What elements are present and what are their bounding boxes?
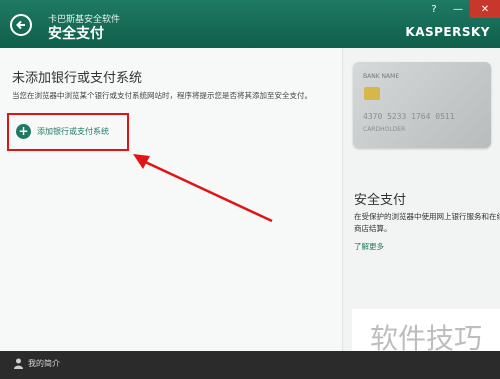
my-profile-label: 我的简介 (28, 359, 60, 368)
close-button[interactable]: ✕ (470, 0, 500, 18)
annotation-arrow-icon (133, 154, 273, 223)
side-panel: BANK NAME 4370 5233 1764 0511 CARDHOLDER… (343, 48, 500, 351)
card-bank-name: BANK NAME (363, 73, 400, 80)
back-arrow-icon (16, 20, 25, 30)
brand-logo: KASPERSKY (405, 25, 490, 39)
card-number: 4370 5233 1764 0511 (363, 112, 455, 121)
learn-more-link[interactable]: 了解更多 (354, 241, 384, 252)
user-icon (14, 358, 23, 369)
page-title: 安全支付 (48, 26, 104, 42)
kaspersky-window: 卡巴斯基安全软件 安全支付 ? — ✕ KASPERSKY 未添加银行或支付系统… (0, 0, 500, 379)
back-button[interactable] (10, 14, 32, 36)
side-description: 在受保护的浏览器中使用网上银行服务和在线商店结算。 (354, 212, 500, 233)
bottom-bar: 我的简介 (0, 351, 500, 379)
minimize-button[interactable]: — (446, 0, 470, 18)
title-bar: 卡巴斯基安全软件 安全支付 ? — ✕ KASPERSKY (0, 0, 500, 48)
credit-card-image: BANK NAME 4370 5233 1764 0511 CARDHOLDER (353, 62, 491, 148)
my-profile-link[interactable]: 我的简介 (14, 358, 60, 369)
card-chip-icon (364, 87, 380, 100)
card-holder: CARDHOLDER (363, 126, 406, 133)
main-panel: 未添加银行或支付系统 当您在浏览器中浏览某个银行或支付系统网站时，程序将提示您是… (0, 48, 343, 351)
side-title: 安全支付 (354, 193, 407, 208)
help-button[interactable]: ? (422, 0, 446, 18)
window-controls: ? — ✕ (422, 0, 500, 18)
